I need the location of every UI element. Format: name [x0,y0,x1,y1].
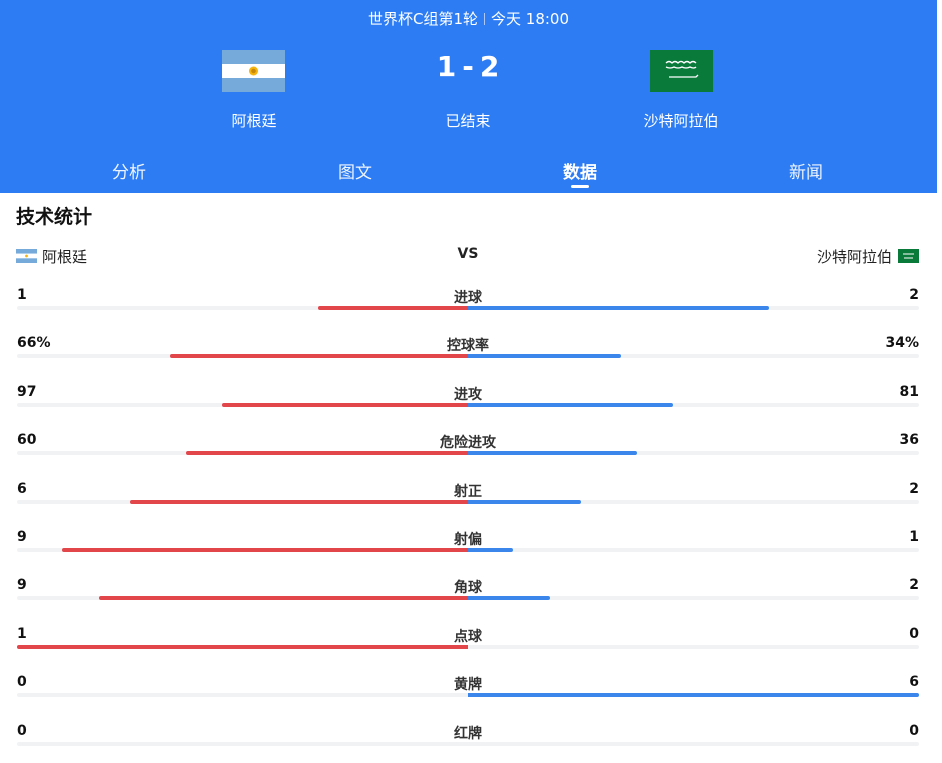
stat-row: 0 黄牌 6 [0,674,942,714]
stat-row: 66% 控球率 34% [0,335,942,375]
score-separator: - [462,50,474,83]
home-stat-value: 1 [17,287,27,303]
home-stat-value: 66% [17,335,51,351]
scoreboard: 1-2 [368,50,568,84]
tab-data[interactable]: 数据 [520,158,640,188]
away-stat-value: 2 [909,577,919,593]
stat-label: 危险进攻 [440,435,496,451]
away-stat-bar [468,693,919,697]
home-stat-value: 60 [17,432,37,448]
away-stat-value: 6 [909,674,919,690]
stat-label: 点球 [454,629,482,645]
home-stat-value: 1 [17,626,27,642]
stat-label: 角球 [454,580,482,596]
tab-analysis[interactable]: 分析 [69,158,189,183]
stats-section-title: 技术统计 [16,206,93,228]
match-meta: 世界杯C组第1轮 今天 18:00 [0,9,937,29]
away-team-name[interactable]: 沙特阿拉伯 [581,110,781,131]
home-stat-bar [130,500,468,504]
tab-live-text[interactable]: 图文 [295,158,415,183]
home-stat-bar [186,451,468,455]
home-stat-bar [62,548,468,552]
away-stat-value: 36 [899,432,919,448]
active-tab-indicator [571,185,589,188]
home-stat-value: 0 [17,674,27,690]
stat-row: 60 危险进攻 36 [0,432,942,472]
tab-label: 新闻 [789,163,823,183]
tab-bar: 分析 图文 数据 新闻 [0,158,937,193]
stat-row: 9 射偏 1 [0,529,942,569]
stat-row: 9 角球 2 [0,577,942,617]
tab-label: 图文 [338,163,372,183]
away-stat-value: 2 [909,481,919,497]
stat-label: 红牌 [454,726,482,742]
home-stat-value: 6 [17,481,27,497]
home-stat-value: 9 [17,577,27,593]
away-stat-bar [468,403,673,407]
stats-teams-row: 阿根廷 VS 沙特阿拉伯 [0,245,942,267]
away-score: 2 [479,50,500,83]
away-stat-bar [468,354,621,358]
home-stat-value: 97 [17,384,37,400]
stat-label: 黄牌 [454,677,482,693]
stat-row: 1 进球 2 [0,287,942,327]
match-header: 世界杯C组第1轮 今天 18:00 阿根廷 1-2 已结束 沙特阿拉伯 分析 图文… [0,0,937,193]
away-stat-value: 0 [909,626,919,642]
stats-home-team: 阿根廷 [42,248,88,266]
argentina-flag-icon [16,249,37,263]
home-stat-bar [170,354,468,358]
stat-label: 进球 [454,290,482,306]
match-status: 已结束 [445,112,491,130]
stat-row: 1 点球 0 [0,626,942,666]
away-stat-value: 2 [909,287,919,303]
away-stat-bar [468,306,769,310]
kickoff-time: 今天 18:00 [491,10,570,28]
stat-label: 射偏 [454,532,482,548]
away-stat-value: 34% [885,335,919,351]
away-stat-value: 1 [909,529,919,545]
stat-row: 97 进攻 81 [0,384,942,424]
tab-news[interactable]: 新闻 [746,158,866,183]
stats-away-team: 沙特阿拉伯 [816,248,892,266]
stat-label: 控球率 [447,338,489,354]
away-stat-value: 0 [909,723,919,739]
away-stat-bar [468,451,637,455]
saudi-arabia-flag-icon [898,249,919,263]
away-stat-value: 81 [899,384,919,400]
stat-label: 射正 [454,484,482,500]
vs-label: VS [457,246,479,262]
home-stat-value: 0 [17,723,27,739]
home-stat-value: 9 [17,529,27,545]
competition-label: 世界杯C组第1轮 [367,10,479,28]
home-stat-bar [318,306,468,310]
away-stat-bar [468,548,513,552]
tab-label: 分析 [112,163,146,183]
home-stat-bar [222,403,468,407]
argentina-flag-icon [222,50,285,92]
home-score: 1 [436,50,457,83]
away-stat-bar [468,596,550,600]
meta-divider [484,13,486,25]
away-stat-bar [468,500,581,504]
tab-label: 数据 [563,163,597,183]
home-stat-bar [17,645,468,649]
home-stat-bar [99,596,468,600]
saudi-arabia-flag-icon [650,50,713,92]
stat-row: 6 射正 2 [0,481,942,521]
home-team-name[interactable]: 阿根廷 [154,110,354,131]
stat-row: 0 红牌 0 [0,723,942,763]
stat-bar-track [17,742,919,746]
stat-label: 进攻 [454,387,482,403]
